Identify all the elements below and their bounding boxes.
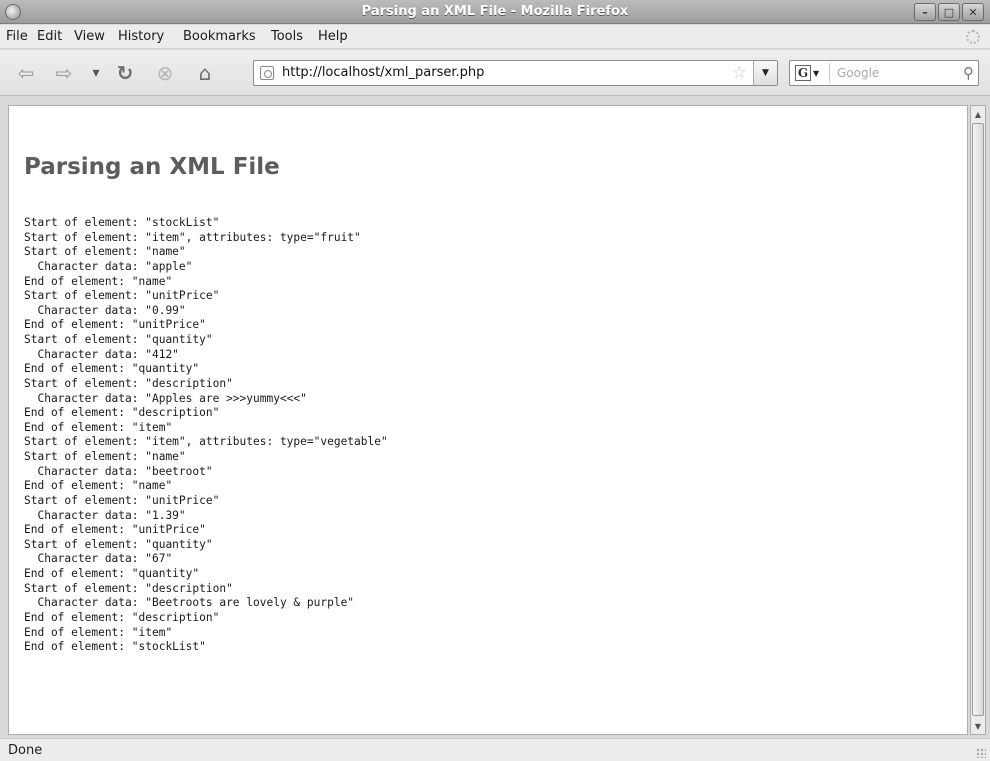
log-line: End of element: "item" [24, 420, 173, 434]
page-content: Parsing an XML File Start of element: "s… [8, 105, 968, 735]
scroll-down-button[interactable]: ▼ [971, 719, 985, 733]
log-line: End of element: "description" [24, 406, 220, 420]
menu-view[interactable]: View [74, 29, 105, 44]
bookmark-star-icon[interactable]: ☆ [732, 63, 747, 83]
search-input[interactable]: Google [837, 66, 879, 80]
search-icon[interactable]: ⚲ [963, 64, 974, 82]
back-button[interactable]: ⇦ [14, 61, 38, 85]
search-engine-selector[interactable]: G ▼ [792, 63, 830, 83]
window-titlebar[interactable]: Parsing an XML File - Mozilla Firefox – … [0, 0, 990, 24]
log-line: Start of element: "item", attributes: ty… [24, 230, 361, 244]
menu-help[interactable]: Help [318, 29, 348, 44]
home-button[interactable]: ⌂ [193, 61, 217, 85]
menu-history[interactable]: History [118, 29, 164, 44]
log-line: Start of element: "description" [24, 376, 233, 390]
history-dropdown-icon[interactable]: ▾ [84, 61, 108, 85]
parser-output: Start of element: "stockList" Start of el… [24, 216, 388, 655]
menu-bar: File Edit View History Bookmarks Tools H… [0, 25, 990, 49]
search-bar[interactable]: G ▼ Google ⚲ [789, 60, 979, 86]
log-line: Character data: "1.39" [24, 508, 186, 522]
url-bar[interactable]: http://localhost/xml_parser.php ☆ ▼ [253, 60, 778, 86]
stop-button[interactable]: ⊗ [153, 61, 177, 85]
log-line: End of element: "stockList" [24, 640, 206, 654]
log-line: Character data: "412" [24, 347, 179, 361]
page-favicon-icon [260, 66, 274, 80]
menu-tools[interactable]: Tools [271, 29, 303, 44]
google-engine-icon: G [795, 65, 811, 81]
menu-file[interactable]: File [6, 29, 28, 44]
activity-throbber-icon [966, 30, 980, 44]
log-line: Character data: "apple" [24, 259, 193, 273]
log-line: End of element: "name" [24, 274, 173, 288]
menu-bookmarks[interactable]: Bookmarks [183, 29, 256, 44]
vertical-scrollbar[interactable]: ▲ ▼ [970, 105, 986, 735]
minimize-button[interactable]: – [914, 3, 936, 21]
log-line: Start of element: "item", attributes: ty… [24, 435, 388, 449]
log-line: End of element: "quantity" [24, 362, 200, 376]
maximize-button[interactable]: □ [938, 3, 960, 21]
log-line: Start of element: "description" [24, 581, 233, 595]
log-line: Start of element: "quantity" [24, 333, 213, 346]
forward-button[interactable]: ⇨ [52, 61, 76, 85]
log-line: Character data: "beetroot" [24, 464, 213, 478]
log-line: End of element: "item" [24, 625, 173, 639]
window-controls: – □ ✕ [914, 3, 984, 21]
log-line: Start of element: "name" [24, 450, 186, 463]
url-input[interactable]: http://localhost/xml_parser.php [282, 65, 484, 80]
reload-button[interactable]: ↻ [113, 61, 137, 85]
navigation-toolbar: ⇦ ⇨ ▾ ↻ ⊗ ⌂ http://localhost/xml_parser.… [0, 50, 990, 96]
log-line: Start of element: "unitPrice" [24, 493, 220, 507]
log-line: End of element: "unitPrice" [24, 523, 206, 537]
log-line: Character data: "Apples are >>>yummy<<<" [24, 391, 307, 405]
log-line: Character data: "Beetroots are lovely & … [24, 596, 355, 610]
log-line: End of element: "name" [24, 479, 173, 493]
log-line: Start of element: "stockList" [24, 216, 220, 229]
resize-grip-icon[interactable] [976, 748, 986, 758]
menu-edit[interactable]: Edit [37, 29, 62, 44]
log-line: Character data: "0.99" [24, 303, 186, 317]
url-history-dropdown[interactable]: ▼ [753, 61, 777, 85]
log-line: Start of element: "quantity" [24, 537, 213, 551]
close-button[interactable]: ✕ [962, 3, 984, 21]
log-line: End of element: "unitPrice" [24, 318, 206, 332]
scroll-up-button[interactable]: ▲ [971, 107, 985, 121]
log-line: Start of element: "name" [24, 245, 186, 259]
log-line: Character data: "67" [24, 552, 173, 566]
scrollbar-thumb[interactable] [972, 123, 984, 716]
window-title: Parsing an XML File - Mozilla Firefox [361, 4, 629, 19]
log-line: End of element: "quantity" [24, 567, 200, 580]
status-text: Done [8, 743, 43, 758]
log-line: Start of element: "unitPrice" [24, 289, 220, 303]
page-title: Parsing an XML File [24, 154, 280, 180]
log-line: End of element: "description" [24, 610, 220, 624]
chevron-down-icon: ▼ [813, 68, 820, 78]
status-bar: Done [0, 738, 990, 761]
